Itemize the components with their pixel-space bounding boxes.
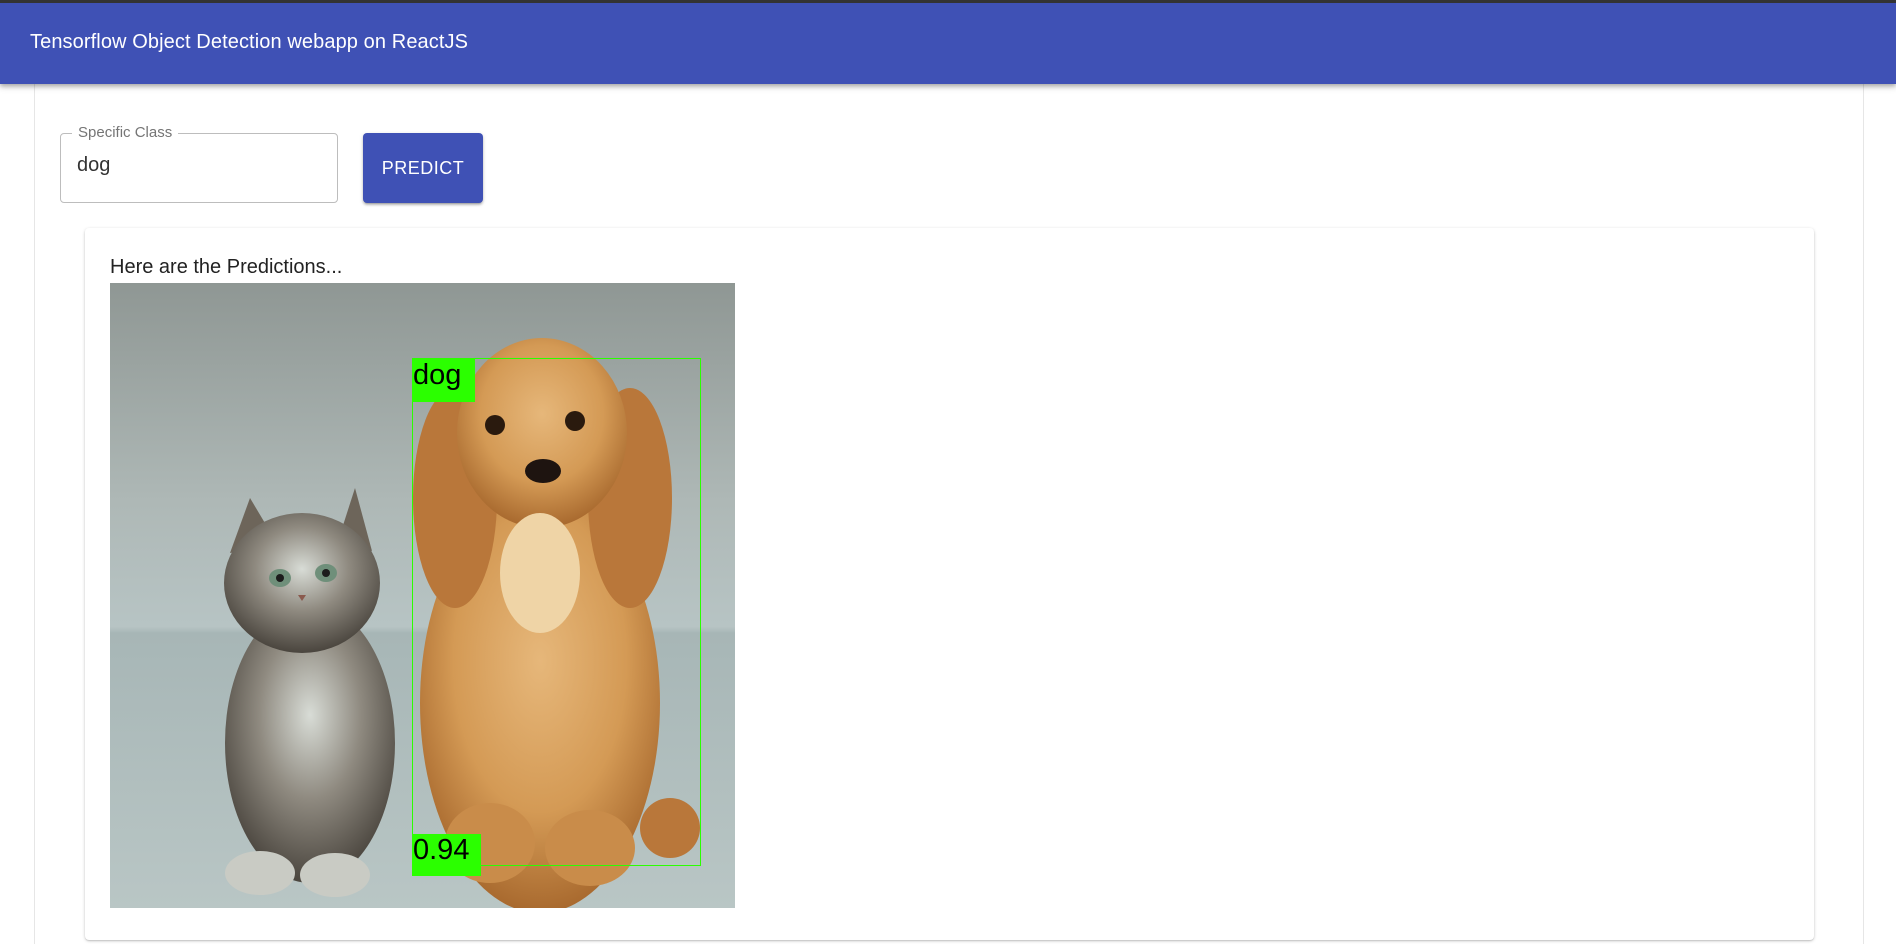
app-title: Tensorflow Object Detection webapp on Re… xyxy=(30,31,469,53)
detection-bounding-box xyxy=(412,358,701,866)
specific-class-label: Specific Class xyxy=(72,125,179,141)
detection-score-label: 0.94 xyxy=(412,834,481,876)
specific-class-input[interactable] xyxy=(77,154,317,177)
predict-button[interactable]: PREDICT xyxy=(363,133,483,203)
specific-class-field[interactable]: Specific Class xyxy=(60,125,338,203)
detection-class-label: dog xyxy=(412,358,475,402)
predictions-heading: Here are the Predictions... xyxy=(110,256,343,278)
app-bar: Tensorflow Object Detection webapp on Re… xyxy=(0,0,1896,84)
